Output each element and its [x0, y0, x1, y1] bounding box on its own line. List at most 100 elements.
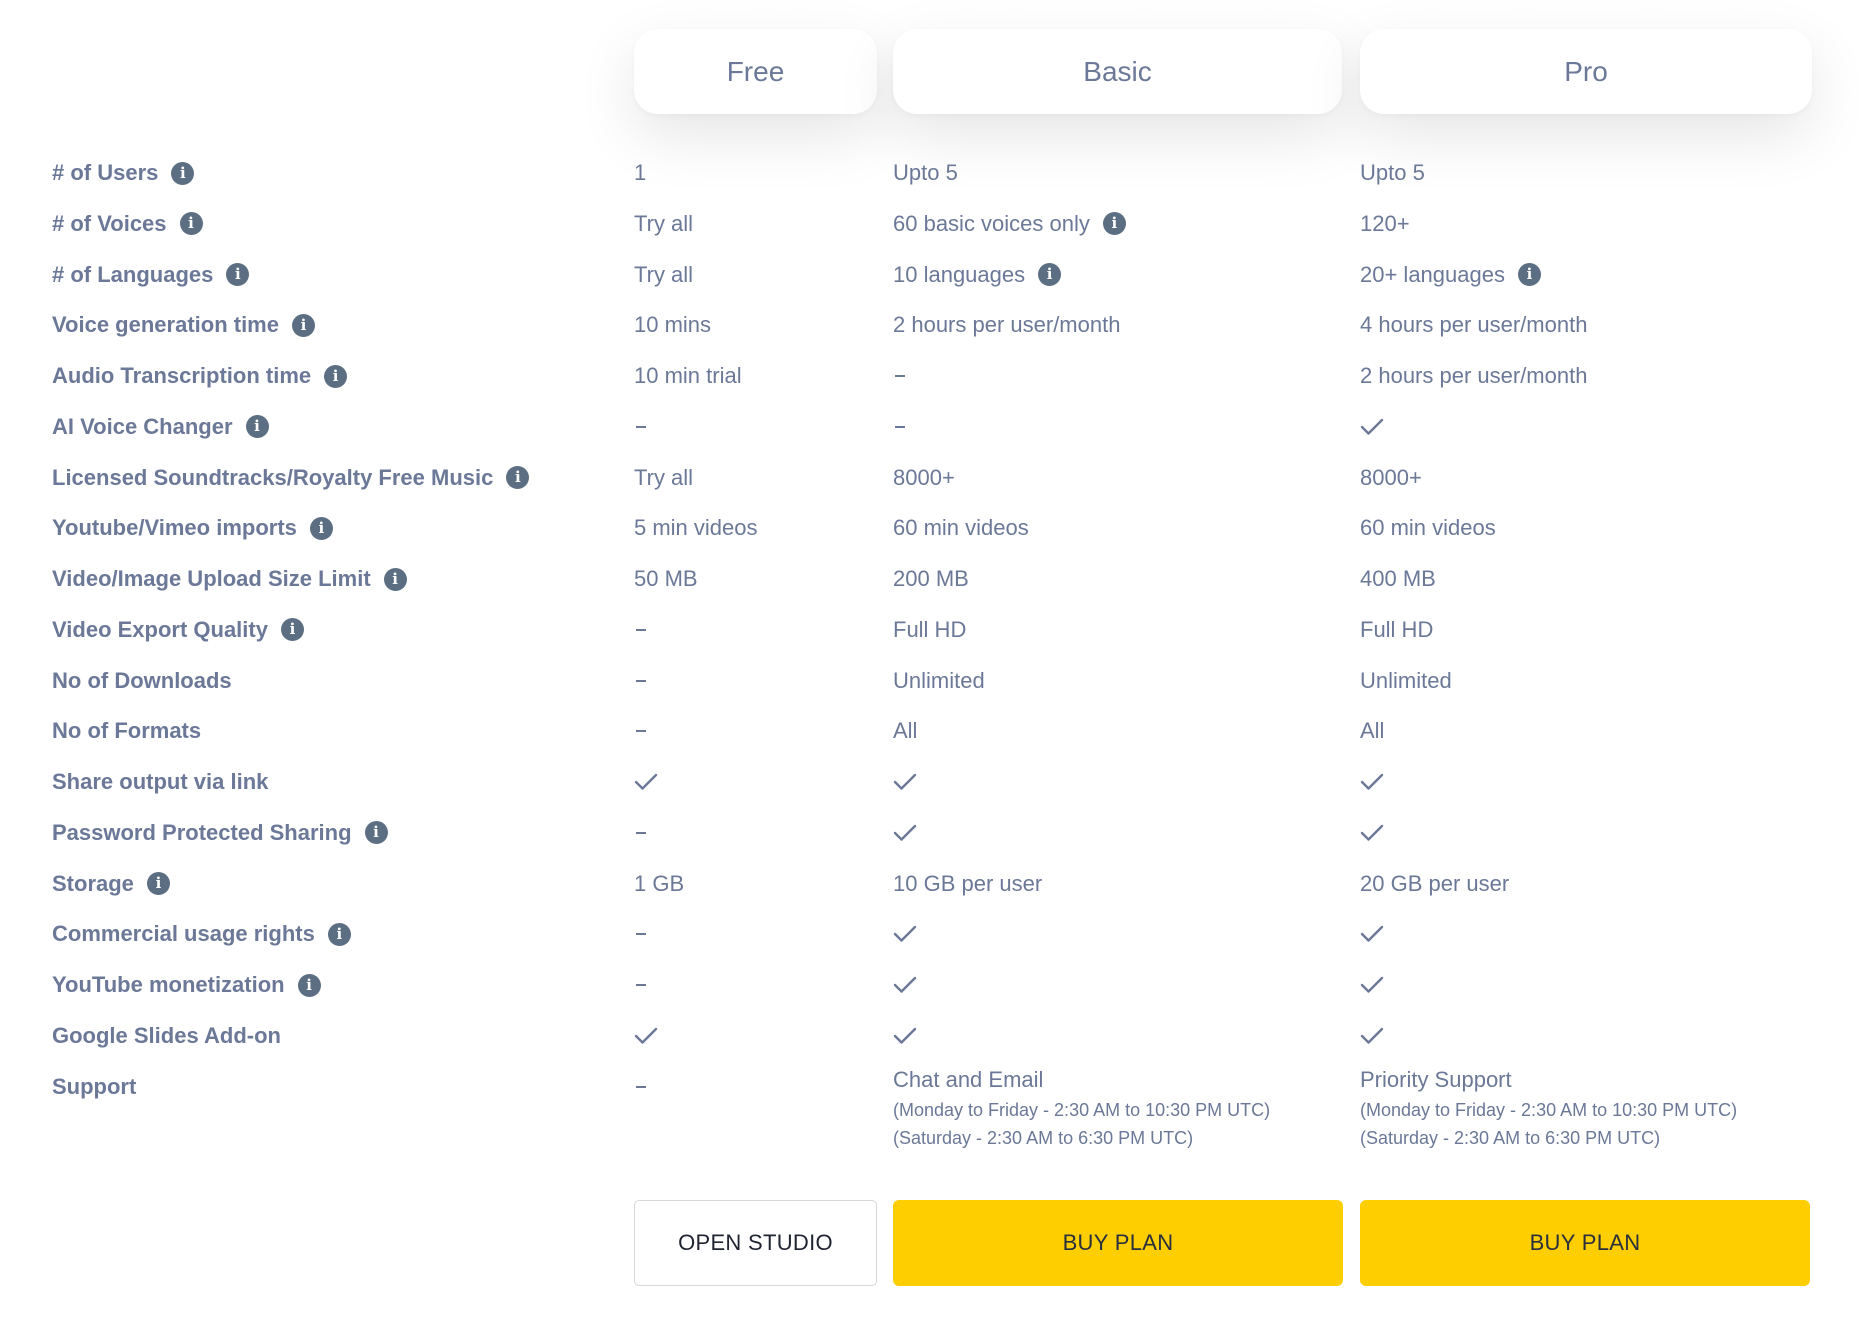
feature-row-ai-voice-changer: AI Voice Changer i — [0, 402, 1866, 452]
plan-header-pro: Pro — [1360, 29, 1812, 114]
info-icon[interactable]: i — [1517, 263, 1541, 286]
feature-label-text: # of Users — [52, 160, 159, 185]
info-icon[interactable]: i — [291, 313, 315, 337]
feature-value-free — [634, 402, 646, 452]
feature-value-text: Try all — [634, 261, 694, 287]
check-icon — [893, 924, 917, 944]
feature-value-text: Full HD — [893, 616, 967, 642]
info-icon[interactable]: i — [324, 364, 348, 388]
feature-value-basic — [893, 757, 917, 807]
feature-label: # of Voices i — [52, 199, 203, 249]
support-weekday-hours-pro: (Monday to Friday - 2:30 AM to 10:30 PM … — [1360, 1100, 1738, 1120]
feature-row-password-protected-sharing: Password Protected Sharing i — [0, 808, 1866, 858]
feature-value-basic: All — [893, 706, 917, 756]
feature-value-free — [634, 706, 646, 756]
info-icon[interactable]: i — [297, 973, 321, 997]
feature-value-pro: 60 min videos — [1360, 503, 1496, 553]
buy-plan-basic-button[interactable]: BUY PLAN — [893, 1200, 1343, 1286]
feature-label: Commercial usage rights i — [52, 909, 351, 959]
feature-value-free: 1 GB — [634, 859, 684, 909]
buy-plan-pro-button[interactable]: BUY PLAN — [1360, 1200, 1810, 1286]
feature-value-basic — [893, 351, 905, 401]
feature-value-free — [634, 656, 646, 706]
feature-row-licensed-soundtracks-royalty-free-music: Licensed Soundtracks/Royalty Free Music i… — [0, 453, 1866, 503]
feature-value-text: 5 min videos — [634, 515, 758, 541]
feature-value-text: 1 GB — [634, 870, 685, 896]
plan-name-basic: Basic — [1083, 55, 1152, 87]
info-icon[interactable]: i — [1102, 212, 1126, 236]
feature-value-basic: 2 hours per user/month — [893, 300, 1120, 350]
info-icon[interactable]: i — [179, 212, 203, 236]
feature-row-of-users: # of Users i 1 Upto 5 Upto 5 — [0, 148, 1866, 198]
feature-row-youtube-vimeo-imports: Youtube/Vimeo imports i 5 min videos 60 min… — [0, 503, 1866, 553]
support-weekday-hours-basic: (Monday to Friday - 2:30 AM to 10:30 PM … — [893, 1100, 1271, 1120]
info-icon[interactable]: i — [146, 872, 170, 895]
info-icon[interactable]: i — [309, 516, 333, 540]
feature-value-text: 60 min videos — [1360, 515, 1496, 541]
feature-value-free — [634, 757, 658, 807]
feature-row-share-output-via-link: Share output via link — [0, 757, 1866, 807]
support-saturday-hours-pro: (Saturday - 2:30 AM to 6:30 PM UTC) — [1360, 1128, 1661, 1148]
feature-value-basic: Full HD — [893, 605, 966, 655]
feature-value-basic: 8000+ — [893, 453, 955, 503]
feature-value-text: 10 min trial — [634, 363, 742, 388]
feature-value-free: 5 min videos — [634, 503, 758, 553]
info-icon[interactable]: i — [245, 415, 269, 439]
feature-label: Google Slides Add-on — [52, 1011, 281, 1061]
info-icon[interactable]: i — [327, 922, 351, 946]
feature-value-free: 10 mins — [634, 300, 711, 350]
feature-value-text: 120+ — [1360, 210, 1410, 236]
check-icon — [893, 772, 917, 792]
feature-value-pro — [1360, 960, 1384, 1010]
info-icon[interactable]: i — [383, 567, 407, 591]
info-icon[interactable]: i — [364, 821, 388, 845]
feature-value-free: Try all — [634, 453, 693, 503]
feature-value-basic: 200 MB — [893, 554, 969, 604]
feature-label-text: # of Voices — [52, 210, 167, 236]
open-studio-button[interactable]: OPEN STUDIO — [634, 1200, 877, 1286]
feature-value-pro — [1360, 1011, 1384, 1061]
feature-value-pro: 4 hours per user/month — [1360, 300, 1587, 350]
feature-label-text: Video/Image Upload Size Limit — [52, 566, 371, 591]
feature-label: Support — [52, 1062, 136, 1112]
feature-label: Share output via link — [52, 757, 268, 807]
feature-label-text: Share output via link — [52, 769, 269, 794]
info-icon[interactable]: i — [226, 263, 250, 286]
feature-value-basic: 60 basic voices only i — [893, 199, 1126, 249]
info-icon[interactable]: i — [171, 161, 195, 185]
dash-icon — [895, 375, 905, 377]
feature-value-basic — [893, 808, 917, 858]
dash-icon — [636, 933, 646, 936]
feature-label-text: YouTube monetization — [52, 972, 285, 997]
feature-value-text: 1 — [634, 160, 647, 185]
check-icon — [893, 975, 917, 995]
feature-value-free — [634, 960, 646, 1010]
info-icon[interactable]: i — [1038, 263, 1062, 286]
feature-value-text: Try all — [634, 210, 694, 236]
dash-icon — [636, 679, 646, 682]
feature-value-basic — [893, 402, 905, 452]
feature-row-no-of-downloads: No of Downloads Unlimited Unlimited — [0, 656, 1866, 706]
dash-icon — [895, 425, 905, 428]
feature-label-text: Video Export Quality — [52, 616, 268, 642]
feature-value-free — [634, 1011, 658, 1061]
feature-label-text: Google Slides Add-on — [52, 1022, 281, 1048]
feature-value-basic: 10 languages i — [893, 250, 1062, 300]
feature-label-text: # of Languages — [52, 261, 214, 287]
feature-label: Password Protected Sharing i — [52, 808, 388, 858]
feature-row-google-slides-add-on: Google Slides Add-on — [0, 1011, 1866, 1061]
feature-value-pro — [1360, 757, 1384, 807]
feature-row-video-image-upload-size-limit: Video/Image Upload Size Limit i 50 MB 200 M… — [0, 554, 1866, 604]
feature-value-pro: 120+ — [1360, 199, 1410, 249]
feature-value-basic: 10 GB per user — [893, 859, 1042, 909]
check-icon — [634, 1026, 658, 1046]
dash-icon — [636, 425, 646, 428]
support-saturday-hours-basic: (Saturday - 2:30 AM to 6:30 PM UTC) — [893, 1128, 1194, 1148]
support-title-pro: Priority Support — [1360, 1067, 1512, 1092]
info-icon[interactable]: i — [506, 466, 530, 489]
feature-value-pro: All — [1360, 706, 1384, 756]
feature-value-free: Try all — [634, 199, 693, 249]
info-icon[interactable]: i — [280, 618, 304, 642]
feature-value-free: 10 min trial — [634, 351, 742, 401]
feature-label-text: No of Formats — [52, 718, 202, 744]
